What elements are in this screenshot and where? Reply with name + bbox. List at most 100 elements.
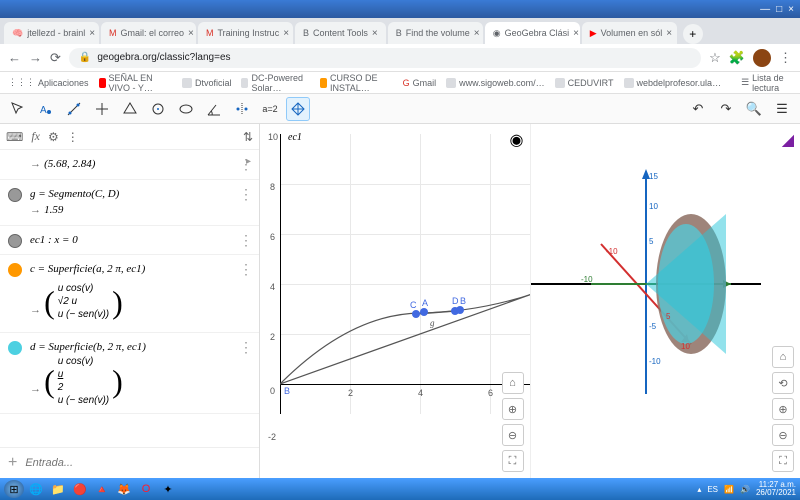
sort-icon[interactable]: ⇅ [243, 130, 253, 144]
vlc-icon[interactable]: 🔺 [92, 480, 112, 498]
browser-tabs: 🧠jtellezd - brainl× MGmail: el correo× M… [0, 18, 800, 44]
reload-button[interactable]: ⟳ [50, 50, 61, 66]
algebra-row[interactable]: → (5.68, 2.84) ▸ ⋮ [0, 150, 259, 180]
zoom-in-button[interactable]: ⊕ [502, 398, 524, 420]
plus-icon[interactable]: + [8, 454, 17, 472]
bookmark-item[interactable]: CEDUVIRT [555, 78, 614, 88]
tab-0[interactable]: 🧠jtellezd - brainl× [4, 22, 99, 44]
more-icon[interactable]: ⋮ [239, 232, 253, 249]
visibility-toggle[interactable] [8, 263, 22, 277]
back-button[interactable]: ← [8, 50, 21, 65]
bookmark-item[interactable]: GGmail [403, 78, 437, 88]
tray-chevron[interactable]: ▴ [697, 485, 701, 494]
more-icon[interactable]: ⋮ [239, 156, 253, 173]
app-icon[interactable]: ✦ [158, 480, 178, 498]
move-tool[interactable] [6, 97, 30, 121]
window-max[interactable]: □ [776, 4, 782, 15]
close-icon[interactable]: × [474, 28, 480, 39]
fullscreen-button[interactable]: ⛶ [772, 450, 794, 472]
home-button[interactable]: ⌂ [502, 372, 524, 394]
more-icon[interactable]: ⋮ [67, 130, 79, 144]
polygon-tool[interactable] [118, 97, 142, 121]
menu-icon[interactable]: ⋮ [779, 50, 792, 66]
start-button[interactable]: ⊞ [4, 480, 24, 498]
profile-avatar[interactable] [753, 49, 771, 67]
tab-4[interactable]: BFind the volume× [388, 22, 483, 44]
bookmark-item[interactable]: www.sigoweb.com/… [446, 78, 545, 88]
apps-button[interactable]: ⋮⋮⋮Aplicaciones [8, 77, 89, 88]
algebra-row-ec1[interactable]: ec1 : x = 0 ⋮ [0, 226, 259, 256]
bookmark-item[interactable]: CURSO DE INSTAL… [320, 73, 393, 93]
visibility-toggle[interactable] [8, 234, 22, 248]
explorer-icon[interactable]: 📁 [48, 480, 68, 498]
opera-icon[interactable]: O [136, 480, 156, 498]
fx-icon[interactable]: fx [31, 129, 40, 144]
ie-icon[interactable]: 🌐 [26, 480, 46, 498]
close-icon[interactable]: × [89, 28, 95, 39]
forward-button[interactable]: → [29, 50, 42, 65]
zoom-out-button[interactable]: ⊖ [772, 424, 794, 446]
zoom-in-button[interactable]: ⊕ [772, 398, 794, 420]
visibility-toggle[interactable] [8, 188, 22, 202]
volume-icon[interactable]: 🔊 [740, 485, 750, 494]
algebra-row-c[interactable]: c = Superficie(a, 2 π, ec1) → (u cos(v)√… [0, 255, 259, 333]
reflect-tool[interactable] [230, 97, 254, 121]
more-icon[interactable]: ⋮ [239, 186, 253, 203]
bookmark-item[interactable]: DC-Powered Solar… [241, 73, 310, 93]
algebra-row-d[interactable]: d = Superficie(b, 2 π, ec1) → (u cos(v)u… [0, 333, 259, 415]
point-tool[interactable]: A [34, 97, 58, 121]
3d-view[interactable]: ◢ 15 10 5 -5 -10 -10 -10 5 10 ⌂ ⟲ ⊕ ⊖ [530, 124, 800, 478]
redo-button[interactable]: ↷ [714, 97, 738, 121]
circle-tool[interactable] [146, 97, 170, 121]
slider-tool[interactable]: a=2 [258, 97, 282, 121]
close-icon[interactable]: × [188, 28, 194, 39]
visibility-toggle[interactable] [8, 341, 22, 355]
tab-5[interactable]: ◉GeoGebra Clási× [485, 22, 580, 44]
point-a[interactable] [420, 308, 428, 316]
new-tab-button[interactable]: + [683, 24, 703, 44]
angle-tool[interactable] [202, 97, 226, 121]
url-input[interactable]: 🔒 geogebra.org/classic?lang=es [69, 48, 701, 68]
more-icon[interactable]: ⋮ [239, 261, 253, 278]
reading-list[interactable]: ☰Lista de lectura [741, 73, 792, 93]
algebra-input[interactable] [25, 457, 251, 469]
tab-1[interactable]: MGmail: el correo× [101, 22, 196, 44]
clock[interactable]: 11:27 a.m. 26/07/2021 [756, 481, 796, 497]
more-icon[interactable]: ⋮ [239, 339, 253, 356]
close-icon[interactable]: × [283, 28, 289, 39]
line-tool[interactable] [62, 97, 86, 121]
point-b2[interactable] [456, 306, 464, 314]
fullscreen-button[interactable]: ⛶ [502, 450, 524, 472]
bookmark-item[interactable]: Dtvoficial [182, 78, 232, 88]
language-indicator[interactable]: ES [707, 485, 718, 494]
tab-2[interactable]: MTraining Instruc× [198, 22, 293, 44]
ellipse-tool[interactable] [174, 97, 198, 121]
point-c[interactable] [412, 310, 420, 318]
close-icon[interactable]: × [372, 28, 378, 39]
rotate-button[interactable]: ⟲ [772, 372, 794, 394]
keyboard-icon[interactable]: ⌨ [6, 130, 23, 144]
home-button[interactable]: ⌂ [772, 346, 794, 368]
tab-3[interactable]: BContent Tools× [295, 22, 386, 44]
search-icon[interactable]: 🔍 [742, 97, 766, 121]
close-icon[interactable]: × [573, 28, 579, 39]
firefox-icon[interactable]: 🦊 [114, 480, 134, 498]
network-icon[interactable]: 📶 [724, 485, 734, 494]
gear-icon[interactable]: ⚙ [48, 130, 59, 144]
perpendicular-tool[interactable] [90, 97, 114, 121]
move-view-tool[interactable] [286, 97, 310, 121]
close-icon[interactable]: × [666, 28, 672, 39]
tab-6[interactable]: ▶Volumen en sól× [582, 22, 677, 44]
window-min[interactable]: — [760, 4, 770, 15]
star-icon[interactable]: ☆ [709, 50, 721, 66]
zoom-out-button[interactable]: ⊖ [502, 424, 524, 446]
algebra-row-g[interactable]: g = Segmento(C, D)→ 1.59 ⋮ [0, 180, 259, 226]
bookmark-item[interactable]: webdelprofesor.ula… [624, 78, 722, 88]
extensions-icon[interactable]: 🧩 [729, 50, 745, 66]
graphics-view[interactable]: ec1 ◉ 10 8 6 4 2 0 -2 2 4 6 8 C A D B [260, 124, 530, 478]
bookmark-item[interactable]: SEÑAL EN VIVO - Y… [99, 73, 172, 93]
undo-button[interactable]: ↶ [686, 97, 710, 121]
hamburger-menu[interactable]: ☰ [770, 97, 794, 121]
chrome-icon[interactable]: 🔴 [70, 480, 90, 498]
window-close[interactable]: × [788, 4, 794, 15]
